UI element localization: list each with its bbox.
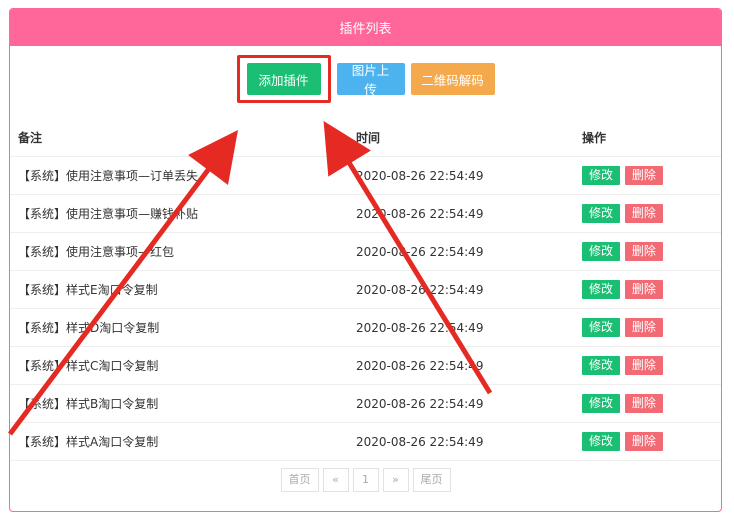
table-row: 【系统】样式E淘口令复制 2020-08-26 22:54:49 修改 删除 xyxy=(10,270,721,309)
row-actions: 修改 删除 xyxy=(574,422,721,461)
pagination: 首页 « 1 » 尾页 xyxy=(10,468,721,492)
edit-button[interactable]: 修改 xyxy=(582,432,621,451)
last-page-button[interactable]: 尾页 xyxy=(412,468,451,492)
edit-button[interactable]: 修改 xyxy=(582,242,621,261)
row-time: 2020-08-26 22:54:49 xyxy=(356,156,574,195)
row-actions: 修改 删除 xyxy=(574,384,721,423)
row-note: 【系统】样式E淘口令复制 xyxy=(10,270,356,309)
next-page-button[interactable]: » xyxy=(382,468,409,492)
table-body: 【系统】使用注意事项—订单丢失 2020-08-26 22:54:49 修改 删除【… xyxy=(10,156,721,461)
row-note: 【系统】样式A淘口令复制 xyxy=(10,422,356,461)
edit-button[interactable]: 修改 xyxy=(582,356,621,375)
delete-button[interactable]: 删除 xyxy=(624,280,663,299)
row-note: 【系统】使用注意事项—订单丢失 xyxy=(10,156,356,195)
add-plugin-button[interactable]: 添加插件 xyxy=(246,63,321,95)
edit-button[interactable]: 修改 xyxy=(582,394,621,413)
first-page-button[interactable]: 首页 xyxy=(280,468,319,492)
row-time: 2020-08-26 22:54:49 xyxy=(356,194,574,233)
delete-button[interactable]: 删除 xyxy=(624,166,663,185)
row-note: 【系统】样式C淘口令复制 xyxy=(10,346,356,385)
row-actions: 修改 删除 xyxy=(574,346,721,385)
row-note: 【系统】使用注意事项—红包 xyxy=(10,232,356,271)
delete-button[interactable]: 删除 xyxy=(624,356,663,375)
delete-button[interactable]: 删除 xyxy=(624,318,663,337)
panel-title: 插件列表 xyxy=(339,22,392,37)
row-actions: 修改 删除 xyxy=(574,156,721,195)
row-time: 2020-08-26 22:54:49 xyxy=(356,308,574,347)
delete-button[interactable]: 删除 xyxy=(624,432,663,451)
row-note: 【系统】使用注意事项—赚钱补贴 xyxy=(10,194,356,233)
row-actions: 修改 删除 xyxy=(574,194,721,233)
current-page[interactable]: 1 xyxy=(352,468,379,492)
prev-page-button[interactable]: « xyxy=(322,468,349,492)
table-row: 【系统】使用注意事项—红包 2020-08-26 22:54:49 修改 删除 xyxy=(10,232,721,271)
row-actions: 修改 删除 xyxy=(574,232,721,271)
row-note: 【系统】样式B淘口令复制 xyxy=(10,384,356,423)
table-row: 【系统】样式C淘口令复制 2020-08-26 22:54:49 修改 删除 xyxy=(10,346,721,385)
row-actions: 修改 删除 xyxy=(574,308,721,347)
edit-button[interactable]: 修改 xyxy=(582,166,621,185)
highlight-box: 添加插件 xyxy=(236,55,331,103)
delete-button[interactable]: 删除 xyxy=(624,242,663,261)
table-row: 【系统】使用注意事项—订单丢失 2020-08-26 22:54:49 修改 删除 xyxy=(10,156,721,195)
table-row: 【系统】样式B淘口令复制 2020-08-26 22:54:49 修改 删除 xyxy=(10,384,721,423)
row-time: 2020-08-26 22:54:49 xyxy=(356,270,574,309)
delete-button[interactable]: 删除 xyxy=(624,394,663,413)
delete-button[interactable]: 删除 xyxy=(624,204,663,223)
table-row: 【系统】使用注意事项—赚钱补贴 2020-08-26 22:54:49 修改 删除 xyxy=(10,194,721,233)
row-time: 2020-08-26 22:54:49 xyxy=(356,232,574,271)
header-note: 备注 xyxy=(10,118,356,157)
row-time: 2020-08-26 22:54:49 xyxy=(356,346,574,385)
panel-header: 插件列表 xyxy=(10,9,721,46)
table-row: 【系统】样式D淘口令复制 2020-08-26 22:54:49 修改 删除 xyxy=(10,308,721,347)
plugin-table: 备注 时间 操作 【系统】使用注意事项—订单丢失 2020-08-26 22:54… xyxy=(10,118,721,461)
table-row: 【系统】样式A淘口令复制 2020-08-26 22:54:49 修改 删除 xyxy=(10,422,721,461)
header-time: 时间 xyxy=(356,118,574,157)
table-header-row: 备注 时间 操作 xyxy=(10,118,721,157)
qrcode-decode-button[interactable]: 二维码解码 xyxy=(410,63,495,95)
row-time: 2020-08-26 22:54:49 xyxy=(356,422,574,461)
edit-button[interactable]: 修改 xyxy=(582,318,621,337)
row-time: 2020-08-26 22:54:49 xyxy=(356,384,574,423)
toolbar: 添加插件 图片上传 二维码解码 xyxy=(10,55,721,103)
header-ops: 操作 xyxy=(574,118,721,157)
edit-button[interactable]: 修改 xyxy=(582,204,621,223)
edit-button[interactable]: 修改 xyxy=(582,280,621,299)
row-note: 【系统】样式D淘口令复制 xyxy=(10,308,356,347)
image-upload-button[interactable]: 图片上传 xyxy=(336,63,405,97)
plugin-list-panel: 插件列表 添加插件 图片上传 二维码解码 备注 时间 操作 【系统】使用注意事项… xyxy=(9,8,722,512)
row-actions: 修改 删除 xyxy=(574,270,721,309)
